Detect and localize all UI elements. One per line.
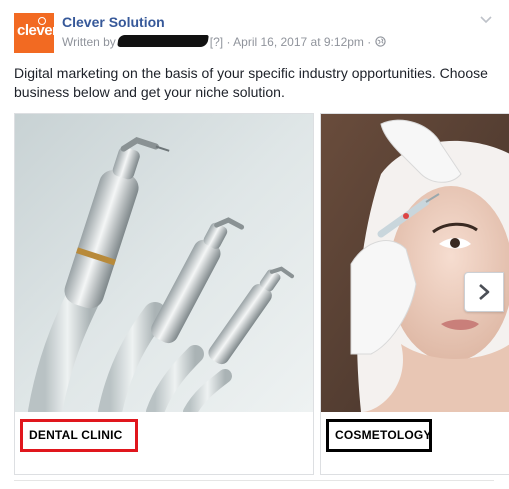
meta-separator: · [226,35,231,49]
carousel-next-button[interactable] [464,272,504,312]
post-meta: Written by [?] · April 16, 2017 at 9:12pm… [62,35,386,49]
logo-dot-icon [38,17,46,25]
chevron-right-icon [479,284,490,300]
carousel-card-dental[interactable]: DENTAL CLINIC [14,113,314,475]
globe-icon[interactable] [374,36,386,47]
post-text: Digital marketing on the basis of your s… [14,65,488,100]
facebook-post: clever Clever Solution Written by [?] · A… [0,0,509,489]
footer-divider [14,480,494,481]
dental-instruments-image[interactable] [15,114,313,412]
page-name-link[interactable]: Clever Solution [62,14,165,30]
cosmetology-image[interactable] [321,114,509,412]
meta-separator: · [367,35,372,49]
logo-wordmark: clever [17,22,54,39]
redacted-author [116,35,209,47]
written-by-label: Written by [62,35,116,49]
info-link[interactable]: [?] [210,35,223,49]
card-caption-dental[interactable]: DENTAL CLINIC [20,419,138,452]
page-avatar[interactable]: clever [14,13,54,53]
post-timestamp[interactable]: April 16, 2017 at 9:12pm [233,35,364,49]
card-caption-cosmetology[interactable]: COSMETOLOGY [326,419,432,452]
chevron-down-icon[interactable] [478,12,494,28]
